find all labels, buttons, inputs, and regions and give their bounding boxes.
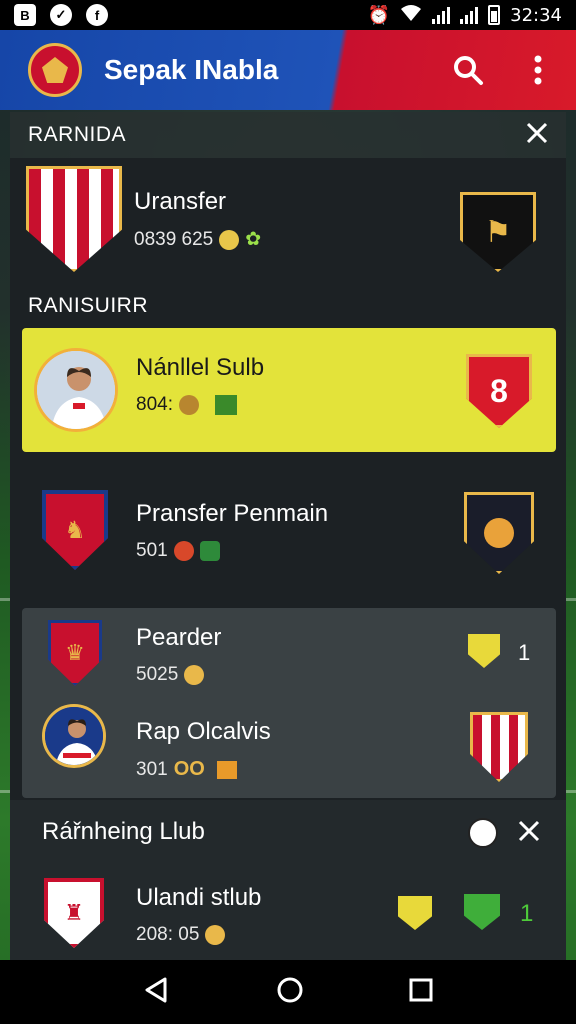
- app-bar: Sepak INabla: [0, 30, 576, 110]
- recents-button[interactable]: [409, 978, 433, 1007]
- card-title: Rářnheing Llub: [42, 818, 205, 845]
- section-title: RARNIDA: [28, 123, 127, 146]
- leaf-icon: [199, 541, 220, 561]
- leaf-icon: ✿: [245, 229, 262, 250]
- close-icon: [518, 820, 540, 842]
- row-title: Uransfer: [134, 188, 227, 215]
- row-subtitle: 804:: [136, 394, 264, 416]
- griffin-icon: ⚑: [484, 215, 512, 249]
- count-label: 1: [518, 640, 531, 665]
- dragon-icon: ♞: [64, 516, 86, 544]
- row-subtitle: 208: 05: [136, 924, 261, 946]
- home-button[interactable]: [276, 976, 304, 1009]
- eagle-icon: 8: [490, 372, 508, 409]
- home-icon: [277, 977, 303, 1002]
- close-icon: [526, 122, 548, 143]
- lion-icon: ♛: [65, 640, 85, 665]
- player-icon: [173, 541, 194, 561]
- boost-icon: [216, 760, 237, 779]
- section-header: RARNIDA: [10, 112, 566, 158]
- castle-icon: ♜: [64, 900, 84, 925]
- transfer-row[interactable]: Pearder 5025: [136, 624, 221, 686]
- ball-icon: [219, 229, 240, 250]
- facebook-icon: f: [86, 4, 108, 26]
- battery-icon: [488, 5, 501, 25]
- alarm-icon: ⏰: [367, 4, 391, 26]
- ball-icon: [484, 518, 514, 548]
- row-title: Ulandi stlub: [136, 884, 262, 911]
- check-icon: ✓: [50, 4, 72, 26]
- signal-icon: [432, 6, 451, 24]
- signal-icon: [460, 6, 479, 24]
- count-label: 1: [520, 900, 534, 927]
- row-title: Pransfer Penmain: [136, 500, 329, 527]
- lion-icon: [184, 665, 205, 685]
- status-bar: B ✓ f ⏰ 32:34: [0, 0, 576, 30]
- transfer-row[interactable]: Pransfer Penmain 501: [136, 500, 328, 562]
- player-avatar: [34, 348, 118, 432]
- close-button[interactable]: [526, 122, 548, 149]
- more-options-button[interactable]: [520, 52, 556, 88]
- row-title: Rap Olcalvis: [136, 718, 271, 745]
- more-vert-icon: [534, 55, 542, 85]
- row-title: Nánllel Sulb: [136, 354, 265, 381]
- soccer-ball-icon[interactable]: [468, 818, 498, 848]
- clock-time: 32:34: [510, 4, 562, 26]
- row-subtitle: 301 OO: [136, 758, 271, 781]
- player-avatar: [42, 704, 106, 768]
- wifi-icon: [400, 4, 422, 27]
- app-logo[interactable]: [28, 43, 82, 97]
- app-title: Sepak INabla: [104, 54, 279, 85]
- search-icon: [454, 56, 483, 85]
- row-subtitle: 0839 625 ✿: [134, 228, 262, 251]
- b-app-icon: B: [14, 4, 36, 26]
- lion-icon: [205, 925, 226, 945]
- transfer-row[interactable]: Uransfer 0839 625 ✿: [134, 188, 261, 251]
- transfer-row[interactable]: Rap Olcalvis 301 OO: [136, 718, 271, 781]
- system-nav-bar: [0, 960, 576, 1024]
- row-subtitle: 501: [136, 540, 328, 562]
- back-icon: [145, 977, 167, 1002]
- search-button[interactable]: [450, 52, 486, 88]
- row-title: Pearder: [136, 624, 222, 651]
- back-button[interactable]: [143, 976, 171, 1009]
- transfer-row[interactable]: Ulandi stlub 208: 05: [136, 884, 261, 946]
- section-title: RANISUIRR: [28, 294, 149, 317]
- lion-icon: [178, 395, 199, 415]
- close-button[interactable]: [518, 820, 540, 847]
- badge-icon: [214, 395, 237, 415]
- goals-icon: OO: [173, 758, 205, 780]
- row-subtitle: 5025: [136, 664, 221, 686]
- highlighted-row-text: Nánllel Sulb 804:: [136, 354, 264, 416]
- recents-icon: [409, 978, 433, 1001]
